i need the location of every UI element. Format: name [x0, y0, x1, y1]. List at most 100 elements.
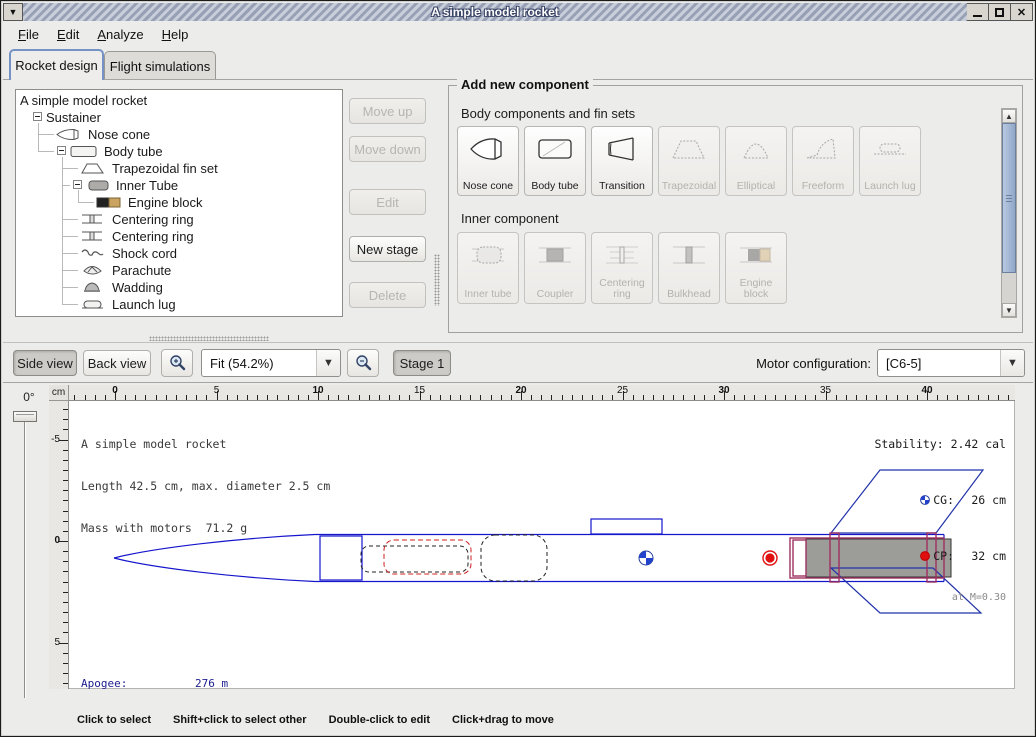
- zoom-level-select[interactable]: Fit (54.2%) ▼: [201, 349, 341, 377]
- ruler-unit-label: cm: [49, 385, 69, 401]
- menu-file[interactable]: File: [11, 24, 46, 45]
- tree-item-trapezoidal-fin-set[interactable]: Trapezoidal fin set: [16, 160, 342, 177]
- mach-note: at M=0.30: [851, 591, 1006, 605]
- bulkhead-icon: [669, 240, 709, 270]
- body-tube-icon: [535, 134, 575, 164]
- add-centering-ring-button[interactable]: Centering ring: [591, 232, 653, 304]
- minimize-button[interactable]: [967, 3, 989, 21]
- add-bulkhead-button[interactable]: Bulkhead: [658, 232, 720, 304]
- move-down-button[interactable]: Move down: [349, 136, 426, 162]
- add-trapezoidal-fin-button[interactable]: Trapezoidal: [658, 126, 720, 196]
- tab-flight-simulations[interactable]: Flight simulations: [104, 51, 216, 80]
- wadding-icon: [80, 280, 106, 294]
- close-icon: ✕: [1017, 6, 1026, 19]
- new-stage-button[interactable]: New stage: [349, 236, 426, 262]
- engine-block-icon: [736, 240, 776, 270]
- menu-help[interactable]: Help: [155, 24, 196, 45]
- zoom-out-icon: [354, 354, 372, 372]
- tree-item-wadding[interactable]: Wadding: [16, 279, 342, 296]
- scroll-down-icon[interactable]: ▼: [1002, 303, 1016, 317]
- tree-item-inner-tube[interactable]: Inner Tube: [16, 177, 342, 194]
- shock-cord-shape[interactable]: [361, 546, 468, 572]
- centering-ring-icon: [80, 229, 106, 243]
- add-new-component-group: Add new component Body components and fi…: [448, 85, 1023, 333]
- component-tree[interactable]: A simple model rocket Sustainer Nose con…: [15, 89, 343, 317]
- cp-marker: [763, 551, 777, 565]
- delete-button[interactable]: Delete: [349, 282, 426, 308]
- tree-item-centering-ring-1[interactable]: Centering ring: [16, 211, 342, 228]
- tree-item-nose-cone[interactable]: Nose cone: [16, 126, 342, 143]
- tree-item-parachute[interactable]: Parachute: [16, 262, 342, 279]
- hint-click-select: Click to select: [77, 714, 151, 726]
- chevron-down-icon: ▼: [1000, 350, 1024, 376]
- stability-info: Stability: 2.42 cal CG:26 cm CP:32 cm at…: [851, 409, 1006, 633]
- cg-marker: [639, 551, 653, 565]
- tree-item-centering-ring-2[interactable]: Centering ring: [16, 228, 342, 245]
- maximize-button[interactable]: [989, 3, 1011, 21]
- back-view-button[interactable]: Back view: [83, 350, 151, 376]
- component-panel-scrollbar[interactable]: ▲ ▼: [1001, 108, 1017, 318]
- motor-configuration-label: Motor configuration:: [756, 356, 871, 371]
- add-freeform-fin-button[interactable]: Freeform: [792, 126, 854, 196]
- parachute-shape[interactable]: [481, 535, 547, 581]
- launch-lug-icon: [80, 298, 106, 311]
- zoom-in-button[interactable]: [161, 349, 193, 377]
- cp-icon: [920, 551, 930, 561]
- add-elliptical-fin-button[interactable]: Elliptical: [725, 126, 787, 196]
- tree-item-engine-block[interactable]: Engine block: [16, 194, 342, 211]
- edit-button[interactable]: Edit: [349, 189, 426, 215]
- inner-component-label: Inner component: [461, 211, 559, 226]
- tree-item-shock-cord[interactable]: Shock cord: [16, 245, 342, 262]
- add-launch-lug-button[interactable]: Launch lug: [859, 126, 921, 196]
- trapezoidal-fin-icon: [669, 134, 709, 164]
- parachute-icon: [80, 263, 106, 277]
- minimize-icon: [973, 15, 982, 17]
- menu-edit[interactable]: Edit: [50, 24, 86, 45]
- app-window: ▼ A simple model rocket ✕ File Edit Anal…: [0, 0, 1036, 737]
- tree-item-body-tube[interactable]: Body tube: [16, 143, 342, 160]
- add-engine-block-button[interactable]: Engine block: [725, 232, 787, 304]
- title-bar[interactable]: ▼ A simple model rocket ✕: [3, 3, 1033, 21]
- motor-configuration-select[interactable]: [C6-5] ▼: [877, 349, 1025, 377]
- stage-1-button[interactable]: Stage 1: [393, 350, 451, 376]
- rocket-drawing-canvas[interactable]: A simple model rocket Length 42.5 cm, ma…: [69, 401, 1015, 689]
- window-menu-button[interactable]: ▼: [3, 3, 23, 21]
- add-transition-button[interactable]: Transition: [591, 126, 653, 196]
- move-up-button[interactable]: Move up: [349, 98, 426, 124]
- rotation-slider-track[interactable]: [24, 416, 26, 698]
- tab-bar: Rocket design Flight simulations: [3, 47, 1033, 80]
- collapse-toggle-icon[interactable]: [73, 180, 82, 189]
- shock-cord-icon: [80, 247, 106, 260]
- close-button[interactable]: ✕: [1011, 3, 1033, 21]
- vertical-splitter[interactable]: [434, 254, 440, 306]
- freeform-fin-icon: [803, 134, 843, 164]
- tree-item-sustainer[interactable]: Sustainer: [16, 109, 342, 126]
- side-view-button[interactable]: Side view: [13, 350, 77, 376]
- collapse-toggle-icon[interactable]: [33, 112, 42, 121]
- centering-ring-icon: [80, 212, 106, 226]
- nose-cone-icon: [56, 128, 82, 141]
- coupler-icon: [535, 240, 575, 270]
- hint-double-click: Double-click to edit: [329, 714, 430, 726]
- tree-item-launch-lug[interactable]: Launch lug: [16, 296, 342, 313]
- wadding-shape[interactable]: [384, 540, 471, 574]
- add-coupler-button[interactable]: Coupler: [524, 232, 586, 304]
- add-body-tube-button[interactable]: Body tube: [524, 126, 586, 196]
- zoom-out-button[interactable]: [347, 349, 379, 377]
- maximize-icon: [995, 8, 1004, 17]
- cg-line: CG:26 cm: [851, 479, 1006, 507]
- launch-lug-shape: [591, 519, 662, 534]
- rotation-slider-handle[interactable]: [13, 411, 37, 422]
- scrollbar-thumb[interactable]: [1002, 123, 1016, 273]
- scroll-up-icon[interactable]: ▲: [1002, 109, 1016, 123]
- elliptical-fin-icon: [736, 134, 776, 164]
- tab-rocket-design[interactable]: Rocket design: [9, 49, 104, 80]
- add-nose-cone-button[interactable]: Nose cone: [457, 126, 519, 196]
- collapse-toggle-icon[interactable]: [57, 146, 66, 155]
- menu-analyze[interactable]: Analyze: [90, 24, 150, 45]
- add-inner-tube-button[interactable]: Inner tube: [457, 232, 519, 304]
- horizontal-splitter[interactable]: [149, 336, 269, 341]
- zoom-in-icon: [168, 354, 186, 372]
- hint-shift-click: Shift+click to select other: [173, 714, 307, 726]
- cg-icon: [920, 495, 930, 505]
